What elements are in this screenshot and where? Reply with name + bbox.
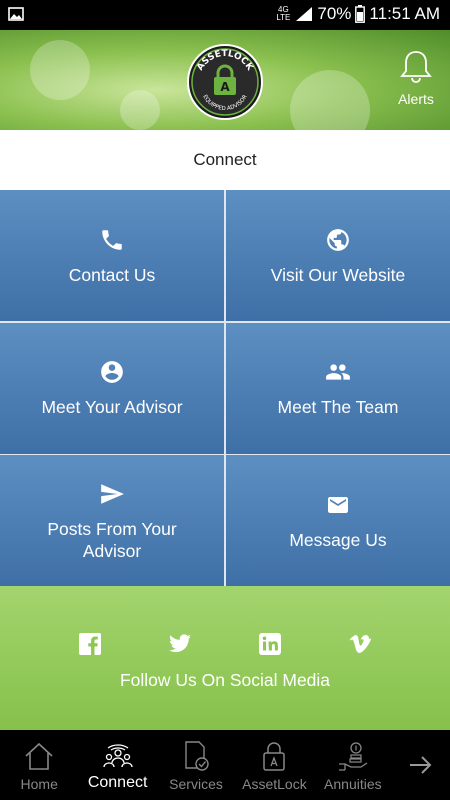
connect-grid: Contact Us Visit Our Website Meet Your A… <box>0 190 450 586</box>
tile-label: Meet Your Advisor <box>41 397 183 417</box>
nav-connect[interactable]: Connect <box>78 730 156 800</box>
vimeo-icon[interactable] <box>346 630 374 658</box>
connect-icon <box>101 737 135 771</box>
user-circle-icon <box>99 358 125 386</box>
tile-label: Visit Our Website <box>270 264 406 285</box>
social-media-label: Follow Us On Social Media <box>119 670 331 690</box>
home-icon <box>23 739 55 773</box>
social-media-section: Follow Us On Social Media <box>0 586 450 730</box>
nav-label: Home <box>20 776 58 792</box>
nav-label: AssetLock <box>242 776 307 792</box>
nav-home[interactable]: Home <box>0 730 78 800</box>
signal-icon <box>296 7 313 21</box>
meet-the-team-tile[interactable]: Meet The Team <box>226 322 450 454</box>
bottom-nav: Home Connect Services AssetLock Annuitie… <box>0 730 450 800</box>
tile-label: Posts From Your Advisor <box>47 518 177 561</box>
battery-percent: 70% <box>317 4 352 23</box>
nav-label: Annuities <box>324 776 382 792</box>
assetlock-logo: ASSETLOCK EQUIPPED ADVISOR A <box>185 42 265 122</box>
meet-your-advisor-tile[interactable]: Meet Your Advisor <box>0 322 224 454</box>
app-header: ASSETLOCK EQUIPPED ADVISOR A Alerts <box>0 30 450 130</box>
globe-icon <box>325 226 351 254</box>
alerts-label: Alerts <box>398 91 434 107</box>
tile-label: Message Us <box>289 529 387 550</box>
twitter-icon[interactable] <box>166 630 194 658</box>
send-icon <box>99 480 125 508</box>
linkedin-icon[interactable] <box>256 630 284 658</box>
page-title-bar: Connect <box>0 130 450 190</box>
nav-next-button[interactable] <box>392 730 450 800</box>
envelope-icon <box>324 491 352 519</box>
battery-icon <box>355 5 366 23</box>
visit-website-tile[interactable]: Visit Our Website <box>226 190 450 321</box>
posts-from-advisor-tile[interactable]: Posts From Your Advisor <box>0 455 224 586</box>
status-right: 4G LTE 70% 11:51 AM <box>276 4 440 24</box>
tile-label: Contact Us <box>68 264 156 285</box>
tile-label: Meet The Team <box>277 397 399 417</box>
arrow-right-icon <box>410 756 432 774</box>
page-title: Connect <box>193 150 257 169</box>
contact-us-tile[interactable]: Contact Us <box>0 190 224 321</box>
nav-label: Services <box>169 776 223 792</box>
clock: 11:51 AM <box>369 4 440 23</box>
phone-icon <box>99 226 125 254</box>
social-icons-row <box>0 630 450 658</box>
logo-letter: A <box>220 80 230 94</box>
facebook-icon[interactable] <box>76 630 104 658</box>
group-icon <box>323 358 353 386</box>
status-bar: 4G LTE 70% 11:51 AM <box>0 0 450 30</box>
nav-annuities[interactable]: Annuities <box>314 730 392 800</box>
nav-assetlock[interactable]: AssetLock <box>235 730 313 800</box>
annuities-icon <box>336 739 370 773</box>
bell-icon <box>400 51 432 83</box>
services-icon <box>181 739 211 773</box>
network-type-icon: 4G LTE <box>276 5 291 22</box>
image-notification-icon <box>8 6 24 27</box>
nav-label: Connect <box>87 774 148 791</box>
nav-services[interactable]: Services <box>157 730 235 800</box>
alerts-button[interactable]: Alerts <box>398 48 434 107</box>
message-us-tile[interactable]: Message Us <box>226 455 450 586</box>
lock-icon <box>261 739 287 773</box>
